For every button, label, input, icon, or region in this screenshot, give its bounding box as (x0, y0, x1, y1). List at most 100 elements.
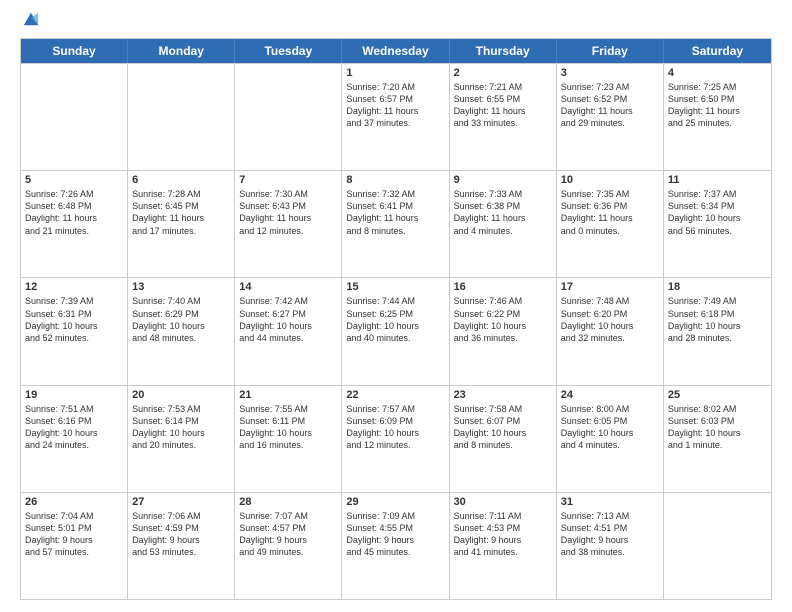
day-info: Sunrise: 7:21 AM Sunset: 6:55 PM Dayligh… (454, 81, 552, 130)
calendar-day-28: 28 Sunrise: 7:07 AM Sunset: 4:57 PM Dayli… (235, 493, 342, 599)
day-number: 24 (561, 389, 659, 401)
day-number: 29 (346, 496, 444, 508)
calendar-day-16: 16Sunrise: 7:46 AM Sunset: 6:22 PM Dayli… (450, 278, 557, 384)
day-info: Sunrise: 7:46 AM Sunset: 6:22 PM Dayligh… (454, 295, 552, 344)
logo-icon (22, 10, 40, 28)
day-info: Sunrise: 7:57 AM Sunset: 6:09 PM Dayligh… (346, 403, 444, 452)
calendar-day-31: 31 Sunrise: 7:13 AM Sunset: 4:51 PM Dayli… (557, 493, 664, 599)
calendar-day-empty (235, 64, 342, 170)
day-number: 21 (239, 389, 337, 401)
calendar-day-20: 20 Sunrise: 7:53 AM Sunset: 6:14 PM Dayli… (128, 386, 235, 492)
day-number: 25 (668, 389, 767, 401)
calendar-header: SundayMondayTuesdayWednesdayThursdayFrid… (21, 39, 771, 63)
day-info: Sunrise: 7:44 AM Sunset: 6:25 PM Dayligh… (346, 295, 444, 344)
day-number: 7 (239, 174, 337, 186)
header (20, 18, 772, 28)
day-info: Sunrise: 7:49 AM Sunset: 6:18 PM Dayligh… (668, 295, 767, 344)
logo-text (20, 18, 40, 28)
page: SundayMondayTuesdayWednesdayThursdayFrid… (0, 0, 792, 612)
day-number: 20 (132, 389, 230, 401)
calendar-day-9: 9Sunrise: 7:33 AM Sunset: 6:38 PM Daylig… (450, 171, 557, 277)
calendar-row-1: 5 Sunrise: 7:26 AM Sunset: 6:48 PM Daylig… (21, 170, 771, 277)
day-number: 28 (239, 496, 337, 508)
day-number: 19 (25, 389, 123, 401)
calendar-day-10: 10 Sunrise: 7:35 AM Sunset: 6:36 PM Dayli… (557, 171, 664, 277)
calendar-day-23: 23 Sunrise: 7:58 AM Sunset: 6:07 PM Dayli… (450, 386, 557, 492)
day-number: 5 (25, 174, 123, 186)
day-info: Sunrise: 7:53 AM Sunset: 6:14 PM Dayligh… (132, 403, 230, 452)
calendar-row-2: 12 Sunrise: 7:39 AM Sunset: 6:31 PM Dayli… (21, 277, 771, 384)
day-number: 6 (132, 174, 230, 186)
day-info: Sunrise: 7:48 AM Sunset: 6:20 PM Dayligh… (561, 295, 659, 344)
calendar-day-25: 25Sunrise: 8:02 AM Sunset: 6:03 PM Dayli… (664, 386, 771, 492)
calendar-day-14: 14 Sunrise: 7:42 AM Sunset: 6:27 PM Dayli… (235, 278, 342, 384)
calendar-row-3: 19 Sunrise: 7:51 AM Sunset: 6:16 PM Dayli… (21, 385, 771, 492)
calendar-day-1: 1Sunrise: 7:20 AM Sunset: 6:57 PM Daylig… (342, 64, 449, 170)
calendar-body: 1Sunrise: 7:20 AM Sunset: 6:57 PM Daylig… (21, 63, 771, 599)
day-number: 23 (454, 389, 552, 401)
day-number: 8 (346, 174, 444, 186)
day-info: Sunrise: 7:26 AM Sunset: 6:48 PM Dayligh… (25, 188, 123, 237)
day-info: Sunrise: 7:32 AM Sunset: 6:41 PM Dayligh… (346, 188, 444, 237)
calendar-day-4: 4Sunrise: 7:25 AM Sunset: 6:50 PM Daylig… (664, 64, 771, 170)
calendar-day-15: 15 Sunrise: 7:44 AM Sunset: 6:25 PM Dayli… (342, 278, 449, 384)
day-number: 31 (561, 496, 659, 508)
calendar-day-19: 19 Sunrise: 7:51 AM Sunset: 6:16 PM Dayli… (21, 386, 128, 492)
day-number: 4 (668, 67, 767, 79)
day-number: 11 (668, 174, 767, 186)
calendar-day-27: 27Sunrise: 7:06 AM Sunset: 4:59 PM Dayli… (128, 493, 235, 599)
weekday-header-monday: Monday (128, 39, 235, 63)
day-number: 17 (561, 281, 659, 293)
day-info: Sunrise: 7:39 AM Sunset: 6:31 PM Dayligh… (25, 295, 123, 344)
calendar-day-empty (128, 64, 235, 170)
day-info: Sunrise: 7:09 AM Sunset: 4:55 PM Dayligh… (346, 510, 444, 559)
day-number: 14 (239, 281, 337, 293)
calendar-day-26: 26Sunrise: 7:04 AM Sunset: 5:01 PM Dayli… (21, 493, 128, 599)
calendar-day-3: 3 Sunrise: 7:23 AM Sunset: 6:52 PM Daylig… (557, 64, 664, 170)
day-number: 15 (346, 281, 444, 293)
day-number: 13 (132, 281, 230, 293)
calendar-day-13: 13Sunrise: 7:40 AM Sunset: 6:29 PM Dayli… (128, 278, 235, 384)
calendar-day-17: 17 Sunrise: 7:48 AM Sunset: 6:20 PM Dayli… (557, 278, 664, 384)
calendar-day-12: 12 Sunrise: 7:39 AM Sunset: 6:31 PM Dayli… (21, 278, 128, 384)
day-number: 10 (561, 174, 659, 186)
day-number: 12 (25, 281, 123, 293)
calendar-day-8: 8 Sunrise: 7:32 AM Sunset: 6:41 PM Daylig… (342, 171, 449, 277)
calendar-day-22: 22 Sunrise: 7:57 AM Sunset: 6:09 PM Dayli… (342, 386, 449, 492)
day-info: Sunrise: 7:07 AM Sunset: 4:57 PM Dayligh… (239, 510, 337, 559)
day-number: 3 (561, 67, 659, 79)
calendar-day-5: 5 Sunrise: 7:26 AM Sunset: 6:48 PM Daylig… (21, 171, 128, 277)
calendar-day-6: 6 Sunrise: 7:28 AM Sunset: 6:45 PM Daylig… (128, 171, 235, 277)
calendar-day-18: 18 Sunrise: 7:49 AM Sunset: 6:18 PM Dayli… (664, 278, 771, 384)
day-number: 30 (454, 496, 552, 508)
weekday-header-wednesday: Wednesday (342, 39, 449, 63)
day-number: 26 (25, 496, 123, 508)
calendar: SundayMondayTuesdayWednesdayThursdayFrid… (20, 38, 772, 600)
calendar-day-7: 7Sunrise: 7:30 AM Sunset: 6:43 PM Daylig… (235, 171, 342, 277)
day-info: Sunrise: 7:42 AM Sunset: 6:27 PM Dayligh… (239, 295, 337, 344)
day-info: Sunrise: 7:58 AM Sunset: 6:07 PM Dayligh… (454, 403, 552, 452)
logo (20, 18, 40, 28)
day-number: 9 (454, 174, 552, 186)
day-info: Sunrise: 7:06 AM Sunset: 4:59 PM Dayligh… (132, 510, 230, 559)
day-info: Sunrise: 7:11 AM Sunset: 4:53 PM Dayligh… (454, 510, 552, 559)
day-number: 1 (346, 67, 444, 79)
weekday-header-saturday: Saturday (664, 39, 771, 63)
weekday-header-tuesday: Tuesday (235, 39, 342, 63)
day-info: Sunrise: 7:55 AM Sunset: 6:11 PM Dayligh… (239, 403, 337, 452)
day-info: Sunrise: 7:35 AM Sunset: 6:36 PM Dayligh… (561, 188, 659, 237)
calendar-day-11: 11Sunrise: 7:37 AM Sunset: 6:34 PM Dayli… (664, 171, 771, 277)
day-info: Sunrise: 8:00 AM Sunset: 6:05 PM Dayligh… (561, 403, 659, 452)
calendar-day-24: 24 Sunrise: 8:00 AM Sunset: 6:05 PM Dayli… (557, 386, 664, 492)
day-info: Sunrise: 7:13 AM Sunset: 4:51 PM Dayligh… (561, 510, 659, 559)
calendar-row-4: 26Sunrise: 7:04 AM Sunset: 5:01 PM Dayli… (21, 492, 771, 599)
day-number: 18 (668, 281, 767, 293)
calendar-day-30: 30 Sunrise: 7:11 AM Sunset: 4:53 PM Dayli… (450, 493, 557, 599)
day-info: Sunrise: 7:23 AM Sunset: 6:52 PM Dayligh… (561, 81, 659, 130)
weekday-header-thursday: Thursday (450, 39, 557, 63)
day-info: Sunrise: 7:51 AM Sunset: 6:16 PM Dayligh… (25, 403, 123, 452)
day-number: 22 (346, 389, 444, 401)
day-info: Sunrise: 7:28 AM Sunset: 6:45 PM Dayligh… (132, 188, 230, 237)
calendar-row-0: 1Sunrise: 7:20 AM Sunset: 6:57 PM Daylig… (21, 63, 771, 170)
weekday-header-friday: Friday (557, 39, 664, 63)
